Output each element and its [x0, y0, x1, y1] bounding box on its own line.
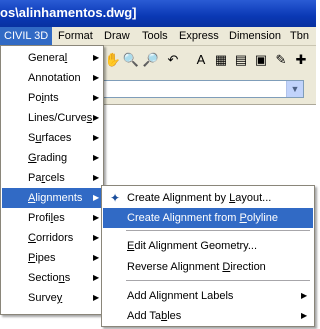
- title-bar: os\alinhamentos.dwg]: [0, 0, 316, 27]
- submenu-arrow-icon: ▶: [93, 193, 100, 202]
- submenu-arrow-icon: ▶: [93, 273, 100, 282]
- menu-bar: CIVIL 3D Format Draw Tools Express Dimen…: [0, 27, 316, 46]
- civil-menu-item[interactable]: Profiles ▶: [2, 208, 102, 228]
- submenu-arrow-icon: ▶: [93, 293, 100, 302]
- menu-dimension[interactable]: Dimension: [225, 27, 285, 45]
- civil-menu-item[interactable]: Corridors ▶: [2, 228, 102, 248]
- menu-separator: [126, 280, 310, 281]
- submenu-arrow-icon: ▶: [93, 153, 100, 162]
- civil-menu-item-label: Corridors: [28, 232, 74, 244]
- alignments-menu-item[interactable]: Reverse Alignment Direction: [103, 257, 313, 277]
- civil-menu-item[interactable]: Survey ▶: [2, 288, 102, 308]
- submenu-arrow-icon: ▶: [93, 133, 100, 142]
- zoom-window-icon[interactable]: 🔎: [142, 51, 160, 69]
- submenu-arrow-icon: ▶: [93, 173, 100, 182]
- alignments-menu-item-label: Add Alignment Labels: [127, 290, 234, 302]
- create-alignment-layout-icon: ✦: [109, 191, 121, 205]
- text-style-icon[interactable]: A: [192, 51, 210, 69]
- submenu-arrow-icon: ▶: [93, 73, 100, 82]
- alignments-menu-item[interactable]: Add Tables ▶: [103, 306, 313, 326]
- zoom-previous-icon[interactable]: ↶: [164, 51, 182, 69]
- civil-menu-item-label: Sections: [28, 272, 71, 284]
- window-title: os\alinhamentos.dwg]: [0, 5, 137, 20]
- tool-palette-icon[interactable]: ✎: [272, 51, 290, 69]
- civil-menu-item[interactable]: Points ▶: [2, 88, 102, 108]
- menu-express[interactable]: Express: [175, 27, 223, 45]
- civil-menu-item-label: Points: [28, 92, 59, 104]
- menu-tbn[interactable]: Tbn: [286, 27, 313, 45]
- civil3d-dropdown-menu: General ▶ Annotation ▶ Points ▶ Lines/Curves ▶ S…: [0, 45, 104, 315]
- civil-menu-item[interactable]: General ▶: [2, 48, 102, 68]
- alignments-menu-item[interactable]: Add Alignment Labels ▶: [103, 286, 313, 306]
- submenu-arrow-icon: ▶: [93, 253, 100, 262]
- alignments-menu-item-label: Create Alignment from Polyline: [127, 212, 279, 224]
- menu-format[interactable]: Format: [54, 27, 97, 45]
- alignments-submenu: ✦ Create Alignment by Layout... Create Ali…: [101, 185, 315, 327]
- civil-menu-item[interactable]: Pipes ▶: [2, 248, 102, 268]
- properties-icon[interactable]: ▤: [232, 51, 250, 69]
- civil-menu-item[interactable]: Lines/Curves ▶: [2, 108, 102, 128]
- civil-menu-item-label: Pipes: [28, 252, 56, 264]
- civil-menu-item[interactable]: Sections ▶: [2, 268, 102, 288]
- civil-menu-item[interactable]: Surfaces ▶: [2, 128, 102, 148]
- civil-menu-item-label: Grading: [28, 152, 68, 164]
- layer-combo[interactable]: ▼: [100, 80, 304, 98]
- civil-menu-item-label: Profiles: [28, 212, 65, 224]
- submenu-arrow-icon: ▶: [93, 233, 100, 242]
- submenu-arrow-icon: ▶: [93, 53, 100, 62]
- chevron-down-icon[interactable]: ▼: [286, 81, 303, 97]
- alignments-menu-item[interactable]: Edit Alignment Geometry...: [103, 236, 313, 256]
- submenu-arrow-icon: ▶: [301, 291, 308, 300]
- alignments-menu-item-label: Add Tables: [127, 310, 182, 322]
- menu-draw[interactable]: Draw: [100, 27, 134, 45]
- menu-civil3d[interactable]: CIVIL 3D: [0, 27, 53, 45]
- alignments-menu-item[interactable]: Create Alignment from Polyline: [103, 208, 313, 228]
- civil-menu-item-label: Alignments: [28, 192, 83, 204]
- hand-icon[interactable]: ✋: [104, 51, 122, 69]
- civil-menu-item[interactable]: Grading ▶: [2, 148, 102, 168]
- table-icon[interactable]: ▦: [212, 51, 230, 69]
- alignments-menu-item[interactable]: ✦ Create Alignment by Layout...: [103, 188, 313, 208]
- civil-menu-item[interactable]: Parcels ▶: [2, 168, 102, 188]
- civil-menu-item-label: Lines/Curves: [28, 112, 93, 124]
- civil-menu-item-label: Annotation: [28, 72, 81, 84]
- submenu-arrow-icon: ▶: [93, 93, 100, 102]
- alignments-menu-item-label: Edit Alignment Geometry...: [127, 240, 258, 252]
- alignments-menu-item-label: Create Alignment by Layout...: [127, 192, 272, 204]
- submenu-arrow-icon: ▶: [93, 113, 100, 122]
- menu-tools[interactable]: Tools: [138, 27, 172, 45]
- civil-menu-item[interactable]: Alignments ▶: [2, 188, 102, 208]
- civil-menu-item-label: Parcels: [28, 172, 65, 184]
- civil-menu-item-label: General: [28, 52, 68, 64]
- civil-menu-item-label: Survey: [28, 292, 63, 304]
- civil-menu-item[interactable]: Annotation ▶: [2, 68, 102, 88]
- civil-menu-item-label: Surfaces: [28, 132, 72, 144]
- markup-icon[interactable]: ✚: [292, 51, 310, 69]
- zoom-realtime-icon[interactable]: 🔍: [122, 51, 140, 69]
- design-center-icon[interactable]: ▣: [252, 51, 270, 69]
- submenu-arrow-icon: ▶: [301, 311, 308, 320]
- alignments-menu-item-label: Reverse Alignment Direction: [127, 261, 266, 273]
- menu-separator: [126, 230, 310, 231]
- submenu-arrow-icon: ▶: [93, 213, 100, 222]
